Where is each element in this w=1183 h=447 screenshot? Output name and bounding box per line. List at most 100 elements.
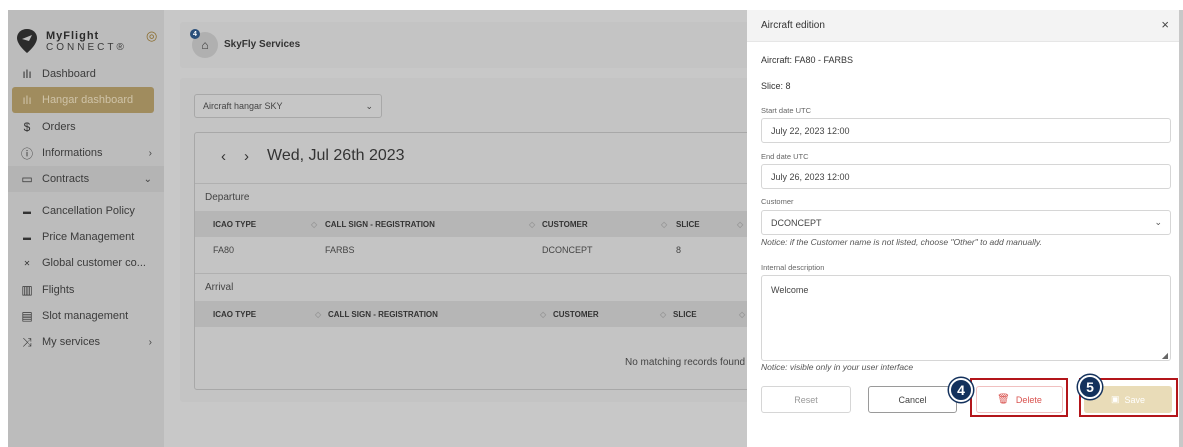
- sidebar-item-label: Hangar dashboard: [42, 94, 134, 106]
- description-notice: Notice: visible only in your user interf…: [761, 362, 914, 372]
- sidebar-item-label: Flights: [42, 284, 75, 296]
- end-date-value: July 26, 2023 12:00: [771, 171, 850, 182]
- sidebar-item-slot-management[interactable]: ▤ Slot management: [8, 303, 164, 329]
- bar-chart-icon: ılı: [22, 93, 32, 107]
- prev-day-button[interactable]: ‹: [221, 148, 226, 165]
- logo-name: MyFlight: [46, 30, 100, 42]
- dollar-icon: $: [23, 120, 31, 134]
- customer-notice: Notice: if the Customer name is not list…: [761, 237, 1042, 247]
- column-header[interactable]: ICAO TYPE: [213, 211, 256, 237]
- close-icon[interactable]: ×: [1161, 17, 1169, 32]
- sort-icon[interactable]: ◇: [311, 211, 317, 237]
- chevron-down-icon: ⌄: [143, 173, 152, 185]
- cancel-label: Cancel: [898, 394, 927, 405]
- sort-icon[interactable]: ◇: [737, 211, 743, 237]
- printer-icon: ▤: [21, 309, 33, 323]
- reset-label: Reset: [794, 394, 818, 405]
- step-badge-4: 4: [949, 378, 973, 402]
- shuffle-icon: ⤨: [22, 334, 32, 349]
- card-icon: ▬: [23, 232, 31, 242]
- description-label: Internal description: [761, 263, 825, 272]
- start-date-input[interactable]: July 22, 2023 12:00: [761, 118, 1171, 143]
- sort-icon[interactable]: ◇: [661, 211, 667, 237]
- departure-label: Departure: [205, 192, 250, 203]
- sidebar-item-price-management[interactable]: ▬ Price Management: [8, 224, 164, 250]
- sort-icon[interactable]: ◇: [540, 301, 546, 327]
- info-icon: ⓘ: [20, 146, 33, 161]
- gear-icon[interactable]: ◎: [146, 28, 157, 44]
- luggage-icon: ▥: [21, 283, 33, 297]
- sort-icon[interactable]: ◇: [739, 301, 745, 327]
- logo-pin-icon: [17, 29, 37, 53]
- sidebar: MyFlight CONNECT® ◎ ılı Dashboard ılı Ha…: [8, 10, 164, 447]
- sidebar-item-global-customer[interactable]: ✕ Global customer co...: [8, 250, 164, 276]
- sidebar-item-orders[interactable]: $ Orders: [8, 114, 164, 140]
- column-header[interactable]: SLICE: [673, 301, 697, 327]
- chevron-down-icon: ⌄: [365, 100, 373, 111]
- sort-icon[interactable]: ◇: [315, 301, 321, 327]
- sidebar-item-label: Global customer co...: [42, 257, 146, 269]
- column-header[interactable]: CALL SIGN - REGISTRATION: [328, 301, 438, 327]
- start-date-value: July 22, 2023 12:00: [771, 125, 850, 136]
- sidebar-item-label: Cancellation Policy: [42, 205, 135, 217]
- hangar-select[interactable]: Aircraft hangar SKY ⌄: [194, 94, 382, 118]
- sidebar-item-label: Slot management: [42, 310, 129, 322]
- column-header[interactable]: CUSTOMER: [542, 211, 588, 237]
- notification-badge: 4: [190, 29, 200, 39]
- description-textarea[interactable]: Welcome ◢: [761, 275, 1171, 361]
- date-navigator: ‹ › Wed, Jul 26th 2023: [221, 147, 405, 165]
- empty-table-message: No matching records found: [625, 357, 746, 368]
- slice-info: Slice: 8: [761, 81, 791, 91]
- end-date-input[interactable]: July 26, 2023 12:00: [761, 164, 1171, 189]
- sidebar-item-informations[interactable]: ⓘ Informations ›: [8, 140, 164, 166]
- hangar-select-value: Aircraft hangar SKY: [203, 101, 283, 111]
- sidebar-item-label: My services: [42, 336, 101, 348]
- sort-icon[interactable]: ◇: [660, 301, 666, 327]
- reset-button[interactable]: Reset: [761, 386, 851, 413]
- customer-label: Customer: [761, 197, 794, 206]
- folder-icon: ▭: [21, 172, 33, 186]
- arrival-label: Arrival: [205, 282, 234, 293]
- end-date-label: End date UTC: [761, 152, 809, 161]
- chevron-right-icon: ›: [148, 147, 152, 159]
- sidebar-item-label: Informations: [42, 147, 103, 159]
- current-date: Wed, Jul 26th 2023: [267, 147, 405, 164]
- chevron-right-icon: ›: [148, 336, 152, 348]
- sort-icon[interactable]: ◇: [529, 211, 535, 237]
- cell-customer: DCONCEPT: [542, 245, 593, 255]
- card-icon: ▬: [23, 206, 31, 216]
- sidebar-item-cancellation-policy[interactable]: ▬ Cancellation Policy: [8, 198, 164, 224]
- logo: MyFlight CONNECT® ◎: [16, 24, 157, 58]
- panel-title: Aircraft edition: [761, 20, 825, 31]
- chevron-down-icon: ⌄: [1154, 217, 1162, 227]
- sidebar-item-hangar-dashboard[interactable]: ılı Hangar dashboard: [12, 87, 154, 113]
- sidebar-item-label: Contracts: [42, 173, 90, 185]
- sidebar-item-label: Dashboard: [42, 68, 96, 80]
- cell-registration: FARBS: [325, 245, 355, 255]
- logo-sub: CONNECT®: [46, 42, 127, 53]
- cell-slice: 8: [676, 245, 682, 255]
- column-header[interactable]: ICAO TYPE: [213, 301, 256, 327]
- bar-chart-icon: ılı: [22, 67, 32, 81]
- column-header[interactable]: CUSTOMER: [553, 301, 599, 327]
- delete-highlight-box: [970, 378, 1068, 417]
- column-header[interactable]: SLICE: [676, 211, 700, 237]
- sidebar-item-flights[interactable]: ▥ Flights: [8, 277, 164, 303]
- cell-icao-type: FA80: [213, 245, 235, 255]
- description-value: Welcome: [771, 285, 809, 295]
- customer-select[interactable]: DCONCEPT ⌄: [761, 210, 1171, 235]
- cancel-button[interactable]: Cancel: [868, 386, 957, 413]
- column-header[interactable]: CALL SIGN - REGISTRATION: [325, 211, 435, 237]
- panel-header: Aircraft edition ×: [747, 10, 1179, 42]
- step-badge-5: 5: [1078, 375, 1102, 399]
- aircraft-info: Aircraft: FA80 - FARBS: [761, 55, 854, 65]
- sidebar-item-contracts[interactable]: ▭ Contracts ⌄: [8, 166, 164, 192]
- company-name: SkyFly Services: [224, 39, 301, 50]
- sidebar-item-my-services[interactable]: ⤨ My services ›: [8, 329, 164, 355]
- resize-handle-icon[interactable]: ◢: [1162, 351, 1168, 360]
- start-date-label: Start date UTC: [761, 106, 812, 115]
- cross-icon: ✕: [23, 258, 31, 268]
- customer-value: DCONCEPT: [771, 217, 822, 228]
- sidebar-item-dashboard[interactable]: ılı Dashboard: [8, 61, 164, 87]
- next-day-button[interactable]: ›: [244, 148, 249, 165]
